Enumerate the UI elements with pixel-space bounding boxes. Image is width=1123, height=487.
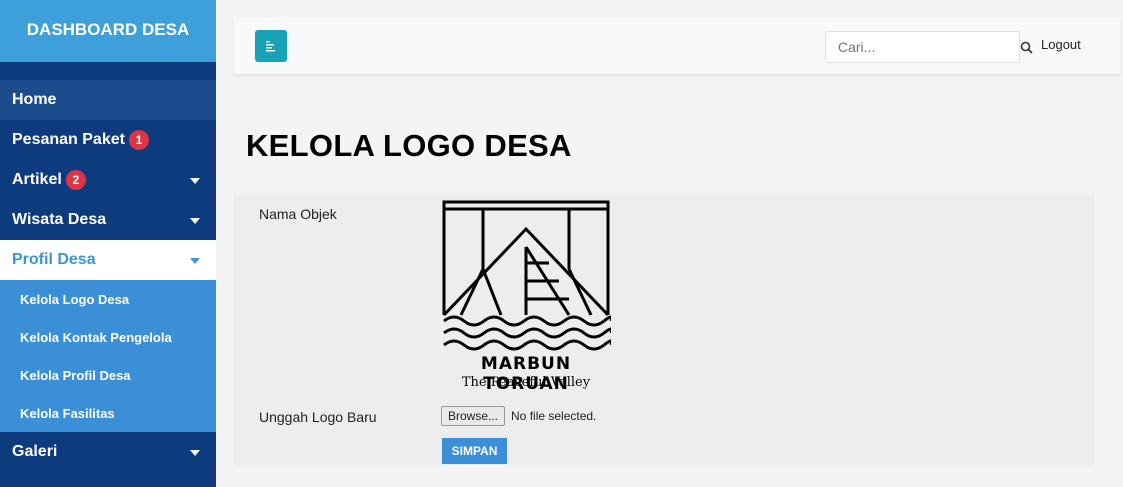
search-icon [1020,41,1033,54]
align-left-icon [266,41,275,52]
top-navbar: Logout [234,18,1120,74]
caret-down-icon [190,178,200,184]
sidebar-item-galeri[interactable]: Galeri [0,432,216,472]
notification-badge: 1 [128,130,149,150]
sidebar-item-artikel[interactable]: Artikel 2 [0,160,216,200]
page-title: KELOLA LOGO DESA [246,128,572,163]
notification-badge: 2 [65,170,86,190]
name-label: Nama Objek [259,206,337,222]
submenu-item-kelola-fasilitas[interactable]: Kelola Fasilitas [0,394,216,432]
submenu-item-kelola-kontak-pengelola[interactable]: Kelola Kontak Pengelola [0,318,216,356]
logout-link[interactable]: Logout [1041,37,1081,52]
file-input: Browse... No file selected. [441,406,596,426]
sidebar-item-label: Pesanan Paket [12,131,125,148]
search-form [825,31,1033,63]
sidebar-item-label: Artikel [12,171,62,188]
sidebar-item-label: Wisata Desa [12,211,107,228]
sidebar-brand[interactable]: DASHBOARD DESA [0,0,216,62]
sidebar-item-home[interactable]: Home [0,80,216,120]
submenu-item-kelola-logo-desa[interactable]: Kelola Logo Desa [0,280,216,318]
sidebar-item-profil-desa[interactable]: Profil Desa [0,240,216,280]
logo-form-card: Nama Objek MARBUN TORUAN The Peaceful Va… [234,193,1094,465]
sidebar-item-label: Galeri [12,443,58,460]
logo-subtitle-text: The Peaceful Valley [461,375,591,390]
mountain-logo-graphic [442,200,614,351]
search-button[interactable] [1019,32,1033,62]
sidebar-toggle-button[interactable] [255,30,287,62]
profil-desa-submenu: Kelola Logo Desa Kelola Kontak Pengelola… [0,280,216,432]
upload-label: Unggah Logo Baru [259,409,377,425]
sidebar-item-label: Home [12,91,57,108]
save-button[interactable]: SIMPAN [442,438,507,464]
caret-down-icon [190,450,200,456]
submenu-item-kelola-profil-desa[interactable]: Kelola Profil Desa [0,356,216,394]
file-status-text: No file selected. [511,409,597,423]
search-input[interactable] [826,32,1019,62]
caret-down-icon [190,218,200,224]
sidebar-item-label: Profil Desa [12,251,96,268]
sidebar: DASHBOARD DESA Home Pesanan Paket 1 Arti… [0,0,216,487]
sidebar-item-pesanan-paket[interactable]: Pesanan Paket 1 [0,120,216,160]
brand-divider [0,62,216,80]
browse-button[interactable]: Browse... [441,406,506,426]
caret-down-icon [190,258,200,264]
current-logo-image: MARBUN TORUAN The Peaceful Valley [441,199,614,394]
sidebar-item-wisata-desa[interactable]: Wisata Desa [0,200,216,240]
